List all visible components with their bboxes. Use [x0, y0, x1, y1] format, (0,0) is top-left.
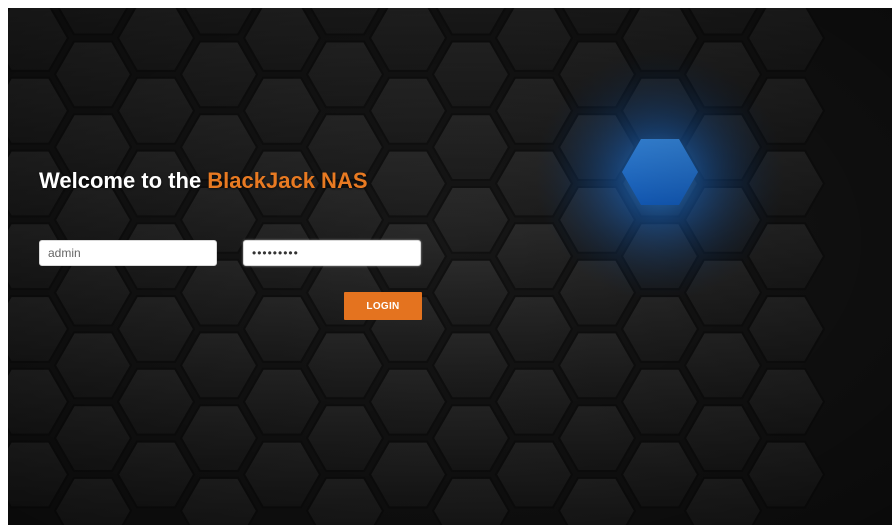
welcome-heading: Welcome to the BlackJack NAS — [39, 168, 368, 194]
hexagon-background — [8, 8, 892, 525]
brand-name: BlackJack NAS — [207, 168, 368, 193]
username-input[interactable] — [39, 240, 217, 266]
login-button[interactable]: LOGIN — [344, 292, 422, 320]
login-page: Welcome to the BlackJack NAS LOGIN — [8, 8, 892, 525]
password-input[interactable] — [243, 240, 421, 266]
welcome-prefix: Welcome to the — [39, 168, 208, 193]
